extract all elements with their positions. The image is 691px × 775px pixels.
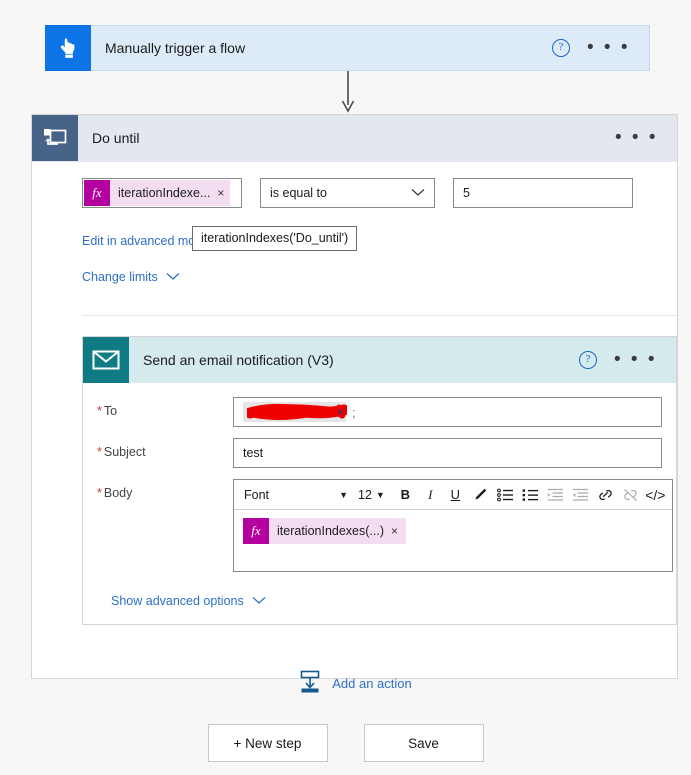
subject-label-text: Subject	[103, 445, 146, 459]
outdent-icon[interactable]	[568, 482, 593, 507]
condition-value-input[interactable]: 5	[453, 178, 633, 208]
trigger-header-actions: ? • • •	[551, 38, 630, 57]
font-family-value: Font	[244, 487, 270, 502]
font-size-value: 12	[358, 487, 372, 502]
save-button[interactable]: Save	[363, 724, 484, 762]
chevron-down-icon: ▼	[375, 489, 385, 500]
footer-buttons: + New step Save	[0, 724, 691, 762]
condition-token-remove-icon[interactable]: ×	[217, 186, 224, 200]
show-advanced-options-label: Show advanced options	[111, 594, 244, 608]
condition-value-text: 5	[463, 186, 470, 200]
numbered-list-icon[interactable]	[493, 482, 518, 507]
bulleted-list-icon[interactable]	[518, 482, 543, 507]
bold-icon[interactable]: B	[393, 482, 418, 507]
do-until-title: Do until	[92, 130, 140, 146]
do-until-menu-button[interactable]: • • •	[615, 128, 658, 147]
subject-field-row: * Subject test	[97, 438, 662, 468]
body-expression-token[interactable]: fx iterationIndexes(...) ×	[243, 518, 407, 544]
help-icon[interactable]: ?	[578, 351, 597, 369]
indent-icon[interactable]	[543, 482, 568, 507]
change-limits-link[interactable]: Change limits	[82, 270, 180, 284]
envelope-icon	[83, 337, 129, 383]
show-advanced-options-link[interactable]: Show advanced options	[111, 594, 266, 608]
recipient-remove-icon[interactable]: ×	[337, 405, 344, 419]
condition-operator-value: is equal to	[270, 186, 327, 200]
highlight-pen-icon[interactable]	[468, 482, 493, 507]
show-advanced-options-row: Show advanced options	[97, 583, 662, 624]
email-action-title: Send an email notification (V3)	[143, 352, 334, 368]
recipient-chip-redacted[interactable]: ×	[243, 402, 347, 422]
subject-value: test	[243, 446, 264, 460]
body-token-text: iterationIndexes(...)	[277, 524, 384, 538]
font-size-dropdown[interactable]: 12 ▼	[352, 483, 389, 506]
body-token-remove-icon[interactable]: ×	[391, 524, 398, 538]
chevron-down-icon	[252, 594, 266, 608]
editor-toolbar: Font ▼ 12 ▼ B I U </>	[234, 480, 672, 510]
italic-icon[interactable]: I	[418, 482, 443, 507]
to-field-row: * To × ;	[97, 397, 662, 427]
code-view-icon[interactable]: </>	[643, 482, 668, 507]
underline-icon[interactable]: U	[443, 482, 468, 507]
tap-hand-icon	[45, 25, 91, 71]
fx-badge-icon: fx	[84, 180, 110, 206]
to-field-label: * To	[97, 397, 233, 418]
email-action-header[interactable]: Send an email notification (V3) ? • • •	[83, 337, 676, 383]
change-limits-label: Change limits	[82, 270, 158, 284]
help-icon[interactable]: ?	[551, 39, 570, 57]
trigger-menu-button[interactable]: • • •	[587, 38, 630, 57]
font-family-dropdown[interactable]: Font ▼	[238, 483, 352, 506]
condition-token-field[interactable]: fx iterationIndexe... ×	[82, 178, 242, 208]
to-input[interactable]: × ;	[233, 397, 662, 427]
required-indicator: *	[97, 445, 102, 459]
body-field-label: * Body	[97, 479, 233, 500]
new-step-button[interactable]: + New step	[207, 724, 328, 762]
do-until-card: Do until • • • fx iterationIndexe... × i…	[31, 114, 679, 693]
subject-input[interactable]: test	[233, 438, 662, 468]
to-label-text: To	[103, 404, 118, 418]
link-icon[interactable]	[593, 482, 618, 507]
chevron-down-icon: ▼	[339, 489, 348, 500]
condition-token[interactable]: fx iterationIndexe... ×	[84, 180, 231, 206]
email-menu-button[interactable]: • • •	[614, 350, 657, 369]
chevron-down-icon	[166, 270, 180, 284]
add-action-icon	[297, 670, 323, 697]
flow-connector-arrow	[341, 71, 355, 113]
condition-token-text: iterationIndexe...	[118, 186, 211, 200]
fx-badge-icon: fx	[243, 518, 269, 544]
expression-tooltip: iterationIndexes('Do_until')	[192, 226, 358, 251]
body-field-row: * Body Font ▼ 12 ▼ B I U </> fx iteratio…	[97, 479, 673, 572]
email-action-body: * To × ; * Subject test * Body Font ▼ 12…	[83, 383, 676, 624]
subject-field-label: * Subject	[97, 438, 233, 459]
recipient-separator: ;	[352, 404, 356, 420]
email-action-card: Send an email notification (V3) ? • • • …	[82, 336, 677, 625]
add-an-action-button[interactable]: Add an action	[32, 670, 677, 697]
condition-operator-select[interactable]: is equal to	[260, 178, 435, 208]
do-until-header-actions: • • •	[615, 128, 658, 147]
chevron-down-icon	[411, 186, 425, 200]
required-indicator: *	[97, 486, 102, 500]
trigger-card[interactable]: Manually trigger a flow ? • • •	[45, 25, 650, 71]
section-divider	[82, 315, 679, 316]
do-until-header[interactable]: Do until • • •	[32, 115, 677, 162]
trigger-title: Manually trigger a flow	[105, 40, 246, 56]
required-indicator: *	[97, 404, 102, 418]
body-label-text: Body	[103, 486, 133, 500]
condition-row: fx iterationIndexe... × is equal to 5	[32, 162, 677, 208]
loop-icon	[32, 115, 78, 161]
edit-advanced-mode-link[interactable]: Edit in advanced mode	[82, 234, 209, 248]
body-editor-content[interactable]: fx iterationIndexes(...) ×	[234, 510, 672, 571]
edit-advanced-mode-label: Edit in advanced mode	[82, 234, 210, 248]
do-until-body: fx iterationIndexe... × is equal to 5 Ed…	[32, 162, 679, 693]
unlink-icon[interactable]	[618, 482, 643, 507]
add-an-action-label: Add an action	[332, 676, 412, 691]
body-rich-text-editor[interactable]: Font ▼ 12 ▼ B I U </> fx iterationIndexe…	[233, 479, 673, 572]
email-header-actions: ? • • •	[578, 350, 657, 369]
